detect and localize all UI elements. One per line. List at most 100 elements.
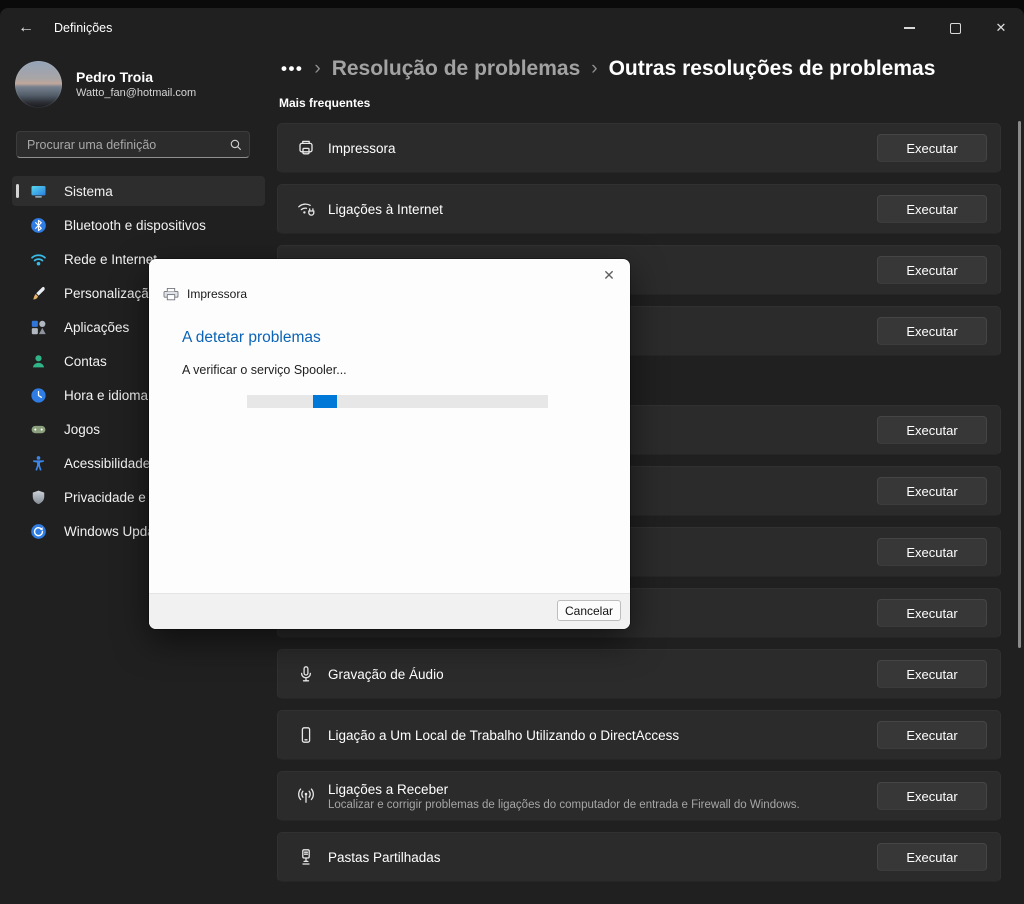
sidebar-item-label: Jogos bbox=[64, 422, 100, 437]
maximize-icon bbox=[950, 23, 961, 34]
sidebar-item-sistema[interactable]: Sistema bbox=[12, 176, 265, 206]
row-label: Impressora bbox=[328, 140, 396, 157]
row-text: Pastas Partilhadas bbox=[328, 849, 441, 866]
run-button[interactable]: Executar bbox=[877, 843, 987, 871]
update-icon bbox=[30, 523, 47, 540]
accessibility-icon bbox=[30, 455, 47, 472]
desktop: { "titlebar": { "app_title": "Definições… bbox=[0, 0, 1024, 904]
network-icon bbox=[30, 251, 47, 268]
sidebar-item-label: Aplicações bbox=[64, 320, 129, 335]
run-button[interactable]: Executar bbox=[877, 195, 987, 223]
breadcrumb-parent[interactable]: Resolução de problemas bbox=[332, 57, 581, 81]
dialog-title: Impressora bbox=[187, 287, 247, 301]
progress-bar-chunk bbox=[313, 395, 337, 408]
dialog-header: Impressora bbox=[163, 287, 247, 301]
row-sublabel: Localizar e corrigir problemas de ligaçõ… bbox=[328, 798, 800, 812]
shared-folders-icon bbox=[296, 847, 316, 867]
selected-indicator bbox=[16, 184, 19, 198]
user-profile[interactable]: Pedro Troia Watto_fan@hotmail.com bbox=[15, 61, 196, 108]
window-controls: ✕ bbox=[886, 8, 1024, 48]
section-label: Mais frequentes bbox=[279, 96, 1001, 111]
privacy-icon bbox=[30, 489, 47, 506]
run-button[interactable]: Executar bbox=[877, 317, 987, 345]
run-button[interactable]: Executar bbox=[877, 721, 987, 749]
troubleshooter-row-ligacao-a-um-local-de-trabalho-utilizando-o-directaccess: Ligação a Um Local de Trabalho Utilizand… bbox=[277, 710, 1001, 760]
chevron-right-icon: › bbox=[314, 57, 320, 81]
display-icon bbox=[30, 183, 47, 200]
sidebar-item-label: Rede e Internet bbox=[64, 252, 157, 267]
device-icon bbox=[296, 725, 316, 745]
chevron-right-icon: › bbox=[591, 57, 597, 81]
sidebar-item-label: Personalização bbox=[64, 286, 156, 301]
search-icon[interactable] bbox=[223, 138, 249, 152]
profile-text: Pedro Troia Watto_fan@hotmail.com bbox=[76, 69, 196, 100]
close-button[interactable]: ✕ bbox=[978, 8, 1024, 48]
row-text: Gravação de Áudio bbox=[328, 666, 444, 683]
troubleshooter-dialog: ✕ Impressora A detetar problemas A verif… bbox=[149, 259, 630, 629]
dialog-footer: Cancelar bbox=[149, 593, 630, 629]
internet-icon bbox=[296, 199, 316, 219]
row-label: Ligações à Internet bbox=[328, 201, 443, 218]
titlebar: ← Definições ✕ bbox=[0, 8, 1024, 48]
search-box[interactable] bbox=[16, 131, 250, 158]
row-label: Pastas Partilhadas bbox=[328, 849, 441, 866]
sidebar-item-label: Hora e idioma bbox=[64, 388, 148, 403]
microphone-icon bbox=[296, 664, 316, 684]
back-button[interactable]: ← bbox=[6, 10, 46, 46]
dialog-close-button[interactable]: ✕ bbox=[598, 264, 620, 286]
run-button[interactable]: Executar bbox=[877, 538, 987, 566]
row-label: Ligação a Um Local de Trabalho Utilizand… bbox=[328, 727, 679, 744]
app-title: Definições bbox=[54, 21, 112, 35]
minimize-button[interactable] bbox=[886, 8, 932, 48]
run-button[interactable]: Executar bbox=[877, 134, 987, 162]
accounts-icon bbox=[30, 353, 47, 370]
page-title: Outras resoluções de problemas bbox=[609, 57, 936, 81]
troubleshooter-row-pastas-partilhadas: Pastas Partilhadas Executar bbox=[277, 832, 1001, 882]
row-label: Ligações a Receber bbox=[328, 781, 800, 798]
dialog-heading: A detetar problemas bbox=[182, 329, 321, 347]
run-button[interactable]: Executar bbox=[877, 477, 987, 505]
row-text: Impressora bbox=[328, 140, 396, 157]
cancel-button[interactable]: Cancelar bbox=[557, 600, 621, 621]
breadcrumb-overflow-button[interactable]: ••• bbox=[281, 64, 303, 74]
run-button[interactable]: Executar bbox=[877, 660, 987, 688]
time-icon bbox=[30, 387, 47, 404]
close-icon: ✕ bbox=[603, 267, 615, 284]
row-text: Ligação a Um Local de Trabalho Utilizand… bbox=[328, 727, 679, 744]
sidebar-item-label: Acessibilidade bbox=[64, 456, 150, 471]
troubleshooter-row-impressora: Impressora Executar bbox=[277, 123, 1001, 173]
printer-icon bbox=[296, 138, 316, 158]
sidebar-item-label: Contas bbox=[64, 354, 107, 369]
sidebar-item-label: Sistema bbox=[64, 184, 113, 199]
profile-email: Watto_fan@hotmail.com bbox=[76, 86, 196, 100]
scrollbar-thumb[interactable] bbox=[1018, 121, 1021, 648]
row-text: Ligações a Receber Localizar e corrigir … bbox=[328, 781, 800, 812]
run-button[interactable]: Executar bbox=[877, 416, 987, 444]
personalization-icon bbox=[30, 285, 47, 302]
incoming-icon bbox=[296, 786, 316, 806]
run-button[interactable]: Executar bbox=[877, 599, 987, 627]
sidebar-item-bluetooth-e-dispositivos[interactable]: Bluetooth e dispositivos bbox=[12, 210, 265, 240]
back-arrow-icon: ← bbox=[18, 19, 34, 37]
breadcrumb: ••• › Resolução de problemas › Outras re… bbox=[281, 54, 1024, 84]
run-button[interactable]: Executar bbox=[877, 782, 987, 810]
troubleshooter-row-gravacao-de-audio: Gravação de Áudio Executar bbox=[277, 649, 1001, 699]
row-text: Ligações à Internet bbox=[328, 201, 443, 218]
apps-icon bbox=[30, 319, 47, 336]
search-input[interactable] bbox=[17, 138, 223, 152]
troubleshooter-row-ligacoes-a-internet: Ligações à Internet Executar bbox=[277, 184, 1001, 234]
row-label: Gravação de Áudio bbox=[328, 666, 444, 683]
gaming-icon bbox=[30, 421, 47, 438]
avatar bbox=[15, 61, 62, 108]
progress-bar bbox=[247, 395, 548, 408]
printer-icon bbox=[163, 287, 179, 301]
bluetooth-icon bbox=[30, 217, 47, 234]
troubleshooter-row-ligacoes-a-receber: Ligações a Receber Localizar e corrigir … bbox=[277, 771, 1001, 821]
run-button[interactable]: Executar bbox=[877, 256, 987, 284]
sidebar-item-label: Bluetooth e dispositivos bbox=[64, 218, 206, 233]
minimize-icon bbox=[904, 27, 915, 28]
profile-name: Pedro Troia bbox=[76, 69, 196, 86]
close-icon: ✕ bbox=[996, 20, 1007, 36]
dialog-status-text: A verificar o serviço Spooler... bbox=[182, 363, 347, 377]
maximize-button[interactable] bbox=[932, 8, 978, 48]
